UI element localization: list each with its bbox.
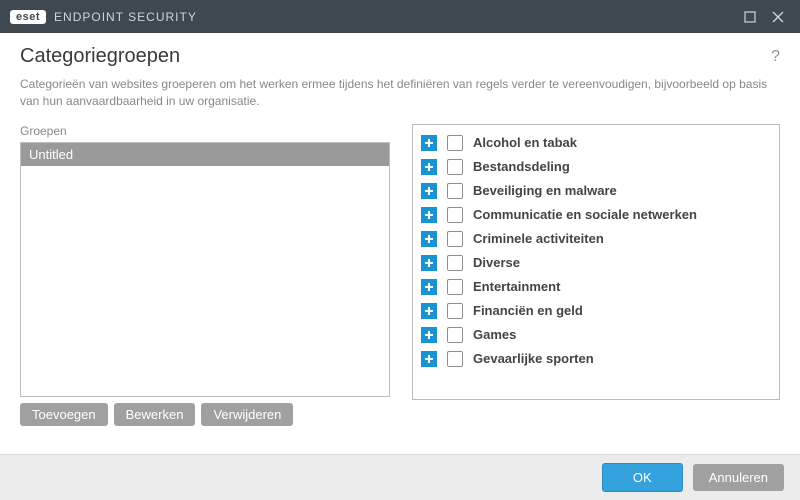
expand-icon[interactable] [421, 159, 437, 175]
category-checkbox[interactable] [447, 231, 463, 247]
expand-icon[interactable] [421, 351, 437, 367]
category-checkbox[interactable] [447, 279, 463, 295]
brand-text: ENDPOINT SECURITY [54, 10, 197, 24]
expand-icon[interactable] [421, 231, 437, 247]
category-checkbox[interactable] [447, 135, 463, 151]
category-checkbox[interactable] [447, 207, 463, 223]
category-row: Entertainment [421, 275, 775, 299]
group-item[interactable]: Untitled [21, 143, 389, 166]
titlebar: eset ENDPOINT SECURITY [0, 0, 800, 33]
category-label: Beveiliging en malware [473, 183, 617, 198]
expand-icon[interactable] [421, 279, 437, 295]
category-row: Beveiliging en malware [421, 179, 775, 203]
category-label: Criminele activiteiten [473, 231, 604, 246]
window-maximize-button[interactable] [736, 4, 764, 30]
edit-group-button[interactable]: Bewerken [114, 403, 196, 426]
brand-badge: eset [10, 10, 46, 24]
category-row: Gevaarlijke sporten [421, 347, 775, 371]
category-checkbox[interactable] [447, 327, 463, 343]
expand-icon[interactable] [421, 327, 437, 343]
category-label: Games [473, 327, 516, 342]
ok-button[interactable]: OK [602, 463, 683, 492]
category-label: Financiën en geld [473, 303, 583, 318]
category-row: Financiën en geld [421, 299, 775, 323]
category-checkbox[interactable] [447, 255, 463, 271]
category-row: Criminele activiteiten [421, 227, 775, 251]
categories-listbox[interactable]: Alcohol en tabak Bestandsdeling Beveiligin… [412, 124, 780, 400]
category-row: Games [421, 323, 775, 347]
category-label: Communicatie en sociale netwerken [473, 207, 697, 222]
category-label: Diverse [473, 255, 520, 270]
category-checkbox[interactable] [447, 351, 463, 367]
dialog-footer: OK Annuleren [0, 454, 800, 500]
page-title: Categoriegroepen [20, 45, 180, 68]
category-label: Bestandsdeling [473, 159, 570, 174]
category-label: Gevaarlijke sporten [473, 351, 594, 366]
help-icon[interactable]: ? [771, 48, 780, 66]
groups-label: Groepen [20, 124, 390, 138]
groups-listbox[interactable]: Untitled [20, 142, 390, 397]
category-checkbox[interactable] [447, 303, 463, 319]
cancel-button[interactable]: Annuleren [693, 464, 784, 491]
expand-icon[interactable] [421, 207, 437, 223]
page-subtitle: Categorieën van websites groeperen om he… [20, 76, 780, 110]
category-label: Alcohol en tabak [473, 135, 577, 150]
content-area: Categoriegroepen ? Categorieën van websi… [0, 33, 800, 444]
expand-icon[interactable] [421, 255, 437, 271]
category-label: Entertainment [473, 279, 560, 294]
delete-group-button[interactable]: Verwijderen [201, 403, 293, 426]
expand-icon[interactable] [421, 303, 437, 319]
category-row: Diverse [421, 251, 775, 275]
expand-icon[interactable] [421, 183, 437, 199]
category-row: Alcohol en tabak [421, 131, 775, 155]
category-checkbox[interactable] [447, 159, 463, 175]
category-row: Bestandsdeling [421, 155, 775, 179]
expand-icon[interactable] [421, 135, 437, 151]
window-close-button[interactable] [764, 4, 792, 30]
category-row: Communicatie en sociale netwerken [421, 203, 775, 227]
add-group-button[interactable]: Toevoegen [20, 403, 108, 426]
category-checkbox[interactable] [447, 183, 463, 199]
